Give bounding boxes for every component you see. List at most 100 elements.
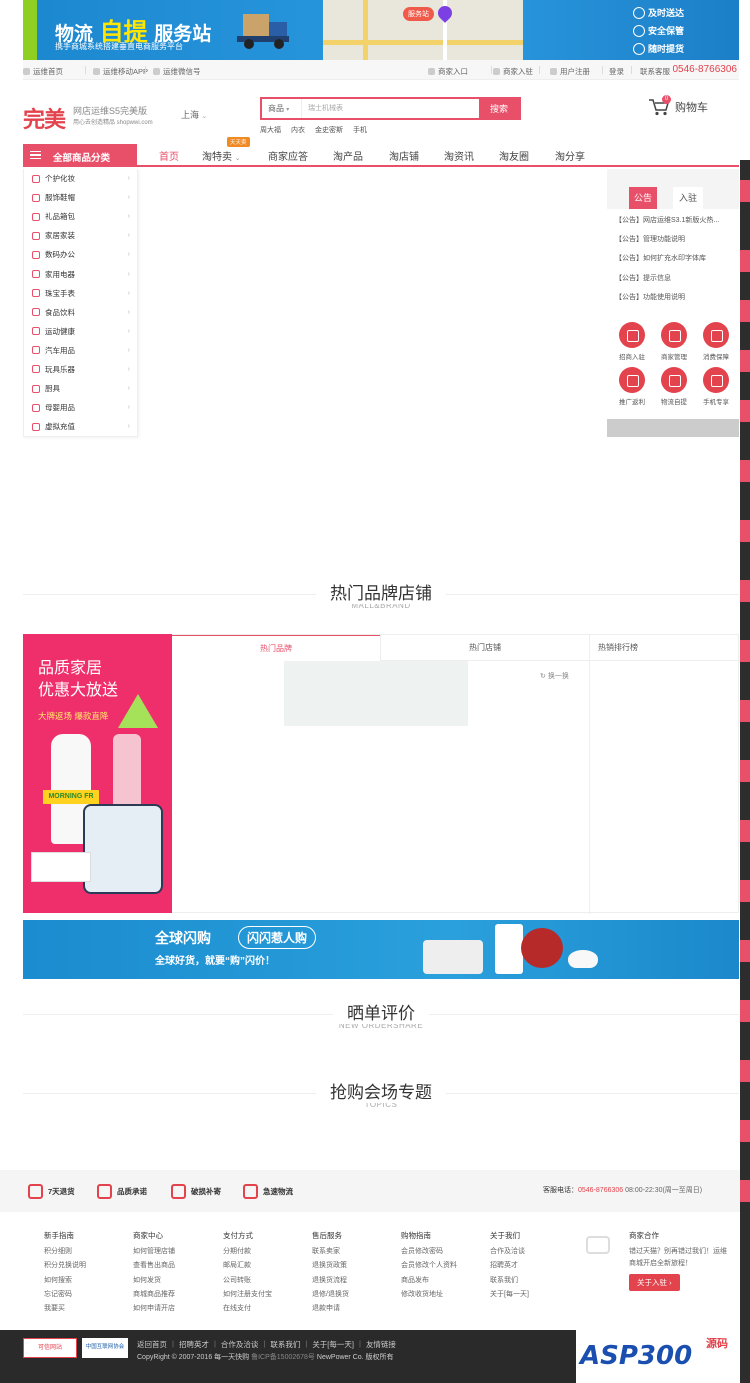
side-tool-icon[interactable] [740,460,750,482]
category-item[interactable]: 运动健康 › [24,322,137,341]
category-item[interactable]: 汽车用品 › [24,341,137,360]
category-item[interactable]: 珠宝手表 › [24,284,137,303]
bottom-link[interactable]: 合作及洽谈 [221,1339,259,1350]
brand-promo-banner[interactable]: 品质家居 优惠大放送 大牌返场 爆款直降 [23,634,172,913]
footer-link[interactable]: 招聘英才 [490,1260,570,1274]
category-item[interactable]: 数码办公 › [24,245,137,264]
hot-word[interactable]: 手机 [353,125,367,135]
side-tool-icon[interactable] [740,300,750,322]
footer-link[interactable]: 如何管理店铺 [133,1246,213,1260]
side-tool-icon[interactable] [740,700,750,722]
all-categories-button[interactable]: 全部商品分类 [23,144,137,167]
side-tool-icon[interactable] [740,1060,750,1082]
side-tool-icon[interactable] [740,180,750,202]
side-tool-icon[interactable] [740,760,750,782]
search-button[interactable]: 搜索 [479,99,519,118]
side-tool-icon[interactable] [740,640,750,662]
footer-link[interactable]: 退换货流程 [312,1275,392,1289]
footer-link[interactable]: 如何注册支付宝 [223,1289,303,1303]
nav-link-merchant-answer[interactable]: 商家应答 [268,148,308,163]
side-tool-icon[interactable] [740,1180,750,1202]
category-item[interactable]: 家居家装 › [24,226,137,245]
global-flash-banner[interactable]: 全球闪购 闪闪惹人购 全球好货，就要“购”闪价！ [23,920,739,979]
footer-link[interactable]: 联系我们 [490,1275,570,1289]
footer-link[interactable]: 忘记密码 [44,1289,124,1303]
notice-item[interactable]: 【公告】功能使用说明 [615,292,735,311]
topnav-merchant-join[interactable]: 商家入驻 [493,66,533,77]
cart-button[interactable]: 0 购物车 [648,95,708,116]
footer-link[interactable]: 分期付款 [223,1246,303,1260]
topnav-login[interactable]: 登录 [609,66,624,77]
footer-link[interactable]: 如何申请开店 [133,1303,213,1317]
topnav-home-link[interactable]: 运维首页 [23,66,63,77]
service-pickup[interactable]: 物流自提 [653,367,695,406]
notice-item[interactable]: 【公告】网店运维S3.1新版火热... [615,215,735,234]
category-item[interactable]: 食品饮料 › [24,303,137,322]
category-item[interactable]: 玩具乐器 › [24,360,137,379]
tab-join[interactable]: 入驻 [673,187,703,209]
search-input[interactable] [302,99,479,118]
footer-link[interactable]: 如何搜索 [44,1275,124,1289]
topnav-app-link[interactable]: 运维移动APP [93,66,148,77]
side-tool-icon[interactable] [740,1000,750,1022]
city-selector[interactable]: 上海 ⌄ [181,108,207,121]
top-ad-banner[interactable]: 物流 自提 服务站 携手商城系统搭建垂直电商服务平台 服务站 及时送达 安全保管… [23,0,739,60]
nav-link-share[interactable]: 淘分享 [555,148,585,163]
footer-link[interactable]: 查看售出商品 [133,1260,213,1274]
side-tool-icon[interactable] [740,820,750,842]
service-protection[interactable]: 消费保障 [695,322,737,361]
footer-link[interactable]: 积分细则 [44,1246,124,1260]
footer-link[interactable]: 退款申请 [312,1303,392,1317]
footer-link[interactable]: 商城商品推荐 [133,1289,213,1303]
footer-link[interactable]: 如何发货 [133,1275,213,1289]
category-item[interactable]: 个护化妆 › [24,169,137,188]
side-tool-icon[interactable] [740,520,750,542]
notice-item[interactable]: 【公告】管理功能说明 [615,234,735,253]
footer-link[interactable]: 联系卖家 [312,1246,392,1260]
side-tool-icon[interactable] [740,940,750,962]
category-item[interactable]: 厨具 › [24,379,137,398]
nav-link-home[interactable]: 首页 [159,148,179,163]
nav-link-products[interactable]: 淘产品 [333,148,363,163]
category-item[interactable]: 礼品箱包 › [24,207,137,226]
internet-association-badge[interactable]: 中国互联网协会 [82,1338,128,1358]
hot-word[interactable]: 金史密斯 [315,125,343,135]
footer-link[interactable]: 关于[每一天] [490,1289,570,1303]
bottom-link[interactable]: 友情链接 [366,1339,396,1350]
nav-link-sale[interactable]: 淘特卖 ⌄ [202,148,241,163]
hot-word[interactable]: 内衣 [291,125,305,135]
category-item[interactable]: 服饰鞋帽 › [24,188,137,207]
bottom-link[interactable]: 联系我们 [270,1339,300,1350]
footer-link[interactable]: 合作及洽谈 [490,1246,570,1260]
footer-link[interactable]: 会员修改密码 [401,1246,481,1260]
footer-link[interactable]: 我要买 [44,1303,124,1317]
bottom-link[interactable]: 招聘英才 [179,1339,209,1350]
brand-image-placeholder[interactable] [284,661,468,726]
topnav-merchant-entry[interactable]: 商家入口 [428,66,468,77]
bottom-link[interactable]: 返回首页 [137,1339,167,1350]
side-tool-icon[interactable] [740,250,750,272]
side-tool-icon[interactable] [740,580,750,602]
partner-join-button[interactable]: 关于入驻 › [629,1274,680,1291]
category-item[interactable]: 虚拟充值 › [24,417,137,436]
site-logo[interactable]: 完美 [23,102,66,134]
refresh-button[interactable]: ↻ 换一换 [540,671,569,681]
topnav-contact[interactable]: 联系客服 [640,66,670,77]
side-tool-icon[interactable] [740,880,750,902]
service-merchant[interactable]: 商家管理 [653,322,695,361]
footer-link[interactable]: 商品发布 [401,1275,481,1289]
category-item[interactable]: 家用电器 › [24,264,137,283]
footer-link[interactable]: 退修/退换货 [312,1289,392,1303]
topnav-wechat-link[interactable]: 运维微信号 [153,66,201,77]
nav-link-shops[interactable]: 淘店铺 [389,148,419,163]
footer-link[interactable]: 邮局汇款 [223,1260,303,1274]
topnav-register[interactable]: 用户注册 [550,66,590,77]
footer-link[interactable]: 会员修改个人资料 [401,1260,481,1274]
service-mobile[interactable]: 手机专享 [695,367,737,406]
footer-link[interactable]: 修改收货地址 [401,1289,481,1303]
notice-item[interactable]: 【公告】如何扩充水印字体库 [615,253,735,272]
trusted-site-badge[interactable]: 可信网站 [23,1338,77,1358]
service-rebate[interactable]: 推广返利 [611,367,653,406]
category-item[interactable]: 母婴用品 › [24,398,137,417]
tab-bestseller-rank[interactable]: 热销排行榜 [589,635,739,661]
